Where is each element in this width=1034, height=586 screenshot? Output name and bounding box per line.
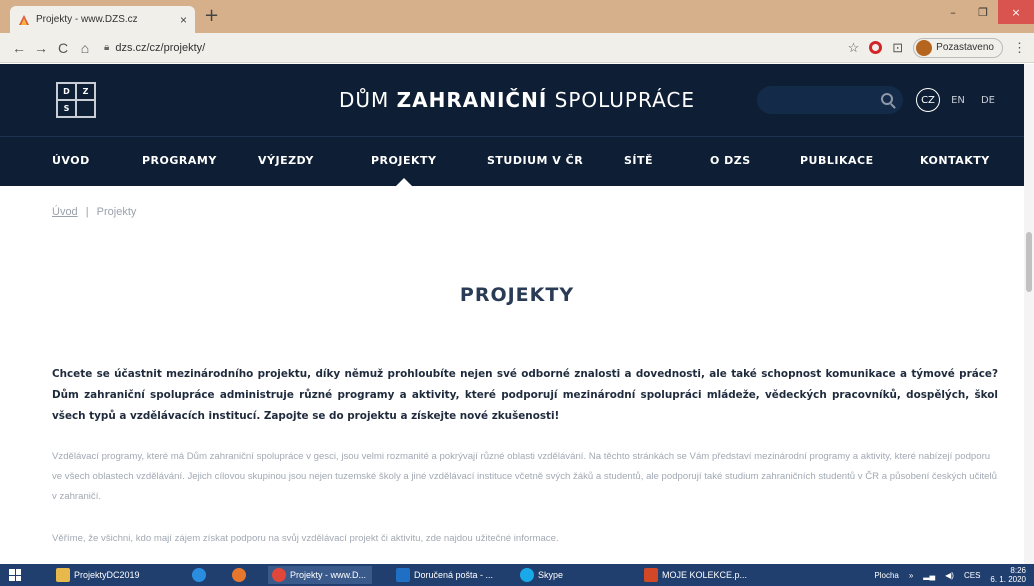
language-switcher: CZ EN DE [916,88,1000,112]
dzs-favicon-icon [18,14,30,26]
nav-item-projekty[interactable]: PROJEKTY [371,154,436,167]
opera-extension-icon[interactable] [869,41,883,54]
chrome-icon [272,568,286,582]
clock[interactable]: 8:26 6. 1. 2020 [990,566,1026,584]
restore-button[interactable]: ❐ [968,0,998,24]
lock-icon: 🔒︎ [104,42,110,53]
forward-arrow-icon[interactable]: → [30,40,52,56]
home-icon[interactable]: ⌂ [74,40,96,56]
menu-dots-icon[interactable]: ⋮ [1013,40,1026,56]
back-arrow-icon[interactable]: ← [8,40,30,56]
nav-item-programy[interactable]: PROGRAMY [142,154,217,167]
volume-icon[interactable]: ◀) [945,571,954,580]
lang-en[interactable]: EN [946,88,970,112]
site-title-pre: DŮM [338,88,397,112]
browser-title-bar: Projekty - www.DZS.cz × + – ❐ × [0,0,1034,33]
lead-paragraph: Chcete se účastnit mezinárodního projekt… [52,368,998,422]
clock-time: 8:26 [1010,566,1026,575]
search-input[interactable] [769,91,879,109]
system-tray: Plocha » ▂▄ ◀) CES 8:26 6. 1. 2020 [874,566,1026,584]
toolbar-right: ☆ ⊡ Pozastaveno ⋮ [848,37,1026,58]
tray-chevron-icon[interactable]: » [909,571,913,580]
page-scrollbar[interactable] [1024,64,1034,564]
search-box [757,86,903,114]
network-icon[interactable]: ▂▄ [923,571,935,580]
taskbar-label: MOJE KOLEKCE.p... [662,570,748,580]
powerpoint-icon [644,568,658,582]
nav-item-kontakty[interactable]: KONTAKTY [920,154,990,167]
nav-item-studium[interactable]: STUDIUM V ČR [487,154,583,167]
windows-logo-icon [9,569,21,581]
clock-date: 6. 1. 2020 [990,575,1026,584]
address-bar[interactable]: 🔒︎ dzs.cz/cz/projekty/ [104,37,848,59]
site-title-post: SPOLUPRÁCE [547,88,695,112]
url-text: dzs.cz/cz/projekty/ [115,41,206,54]
taskbar-item-ie[interactable] [188,566,214,584]
taskbar-label: Projekty - www.D... [290,570,367,580]
extension-icon[interactable]: ⊡ [892,40,903,56]
reload-icon[interactable]: C [52,40,74,56]
new-tab-button[interactable]: + [204,7,219,25]
nav-item-uvod[interactable]: ÚVOD [52,154,90,167]
breadcrumb-home-link[interactable]: Úvod [52,206,78,218]
lang-de[interactable]: DE [976,88,1000,112]
minimize-button[interactable]: – [938,0,968,24]
browser-tab[interactable]: Projekty - www.DZS.cz × [10,6,195,33]
body-paragraph: Vzdělávací programy, které má Dům zahran… [52,451,997,502]
breadcrumb: Úvod | Projekty [52,206,136,218]
site-title-bold: ZAHRANIČNÍ [396,88,548,112]
desktop-label[interactable]: Plocha [874,571,898,580]
windows-taskbar: ProjektyDC2019 Projekty - www.D... Doruč… [0,564,1034,586]
breadcrumb-current: Projekty [96,206,137,218]
active-nav-indicator [396,178,412,186]
taskbar-item-outlook[interactable]: Doručená pošta - ... [392,566,504,584]
close-window-button[interactable]: × [998,0,1034,24]
window-controls: – ❐ × [938,0,1034,24]
input-language[interactable]: CES [964,571,980,580]
taskbar-item-skype[interactable]: Skype [516,566,614,584]
nav-item-vyjezdy[interactable]: VÝJEZDY [258,154,314,167]
nav-item-publikace[interactable]: PUBLIKACE [800,154,874,167]
skype-icon [520,568,534,582]
browser-toolbar: ← → C ⌂ 🔒︎ dzs.cz/cz/projekty/ ☆ ⊡ Pozas… [0,33,1034,63]
tab-close-icon[interactable]: × [180,13,187,27]
lang-cz[interactable]: CZ [916,88,940,112]
taskbar-label: Skype [538,570,564,580]
bookmark-star-icon[interactable]: ☆ [848,40,860,56]
breadcrumb-separator: | [85,206,89,218]
taskbar-label: Doručená pošta - ... [414,570,494,580]
taskbar-item-powerpoint[interactable]: MOJE KOLEKCE.p... [640,566,752,584]
start-button[interactable] [0,564,30,586]
avatar [916,39,933,56]
folder-icon [56,568,70,582]
nav-item-site[interactable]: SÍTĚ [624,154,653,167]
page-title: PROJEKTY [459,284,575,306]
main-nav: ÚVOD PROGRAMY VÝJEZDY PROJEKTY STUDIUM V… [0,136,1034,186]
taskbar-item-chrome[interactable]: Projekty - www.D... [268,566,372,584]
profile-button[interactable]: Pozastaveno [913,37,1003,58]
search-icon[interactable] [881,93,893,105]
nav-item-o-dzs[interactable]: O DZS [710,154,751,167]
internet-explorer-icon [192,568,206,582]
tab-title: Projekty - www.DZS.cz [36,14,138,25]
scrollbar-thumb[interactable] [1026,232,1032,292]
profile-label: Pozastaveno [936,42,994,53]
taskbar-item-folder[interactable]: ProjektyDC2019 [52,566,162,584]
taskbar-item-firefox[interactable] [228,566,254,584]
outlook-icon [396,568,410,582]
site-header: D Z S DŮM ZAHRANIČNÍ SPOLUPRÁCE CZ EN DE [0,64,1034,136]
firefox-icon [232,568,246,582]
body-paragraph: Věříme, že všichni, kdo mají zájem získa… [52,533,559,544]
taskbar-label: ProjektyDC2019 [74,570,140,580]
